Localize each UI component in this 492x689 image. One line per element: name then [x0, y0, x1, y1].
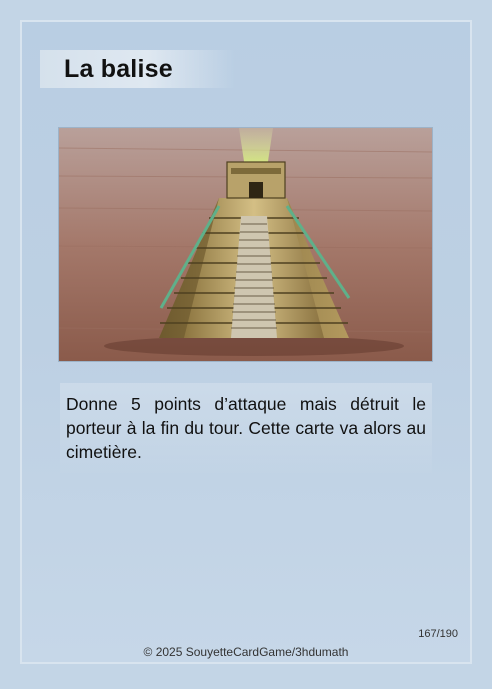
copyright-notice: © 2025 SouyetteCardGame/3hdumath	[143, 645, 349, 659]
card-number: 167/190	[418, 628, 458, 640]
pyramid-illustration	[59, 128, 432, 361]
card-description: Donne 5 points d’attaque mais détruit le…	[66, 394, 426, 462]
game-card: La balise Donne 5 points d’attaque mais …	[0, 0, 492, 689]
card-title: La balise	[64, 55, 173, 83]
card-illustration	[58, 127, 433, 362]
